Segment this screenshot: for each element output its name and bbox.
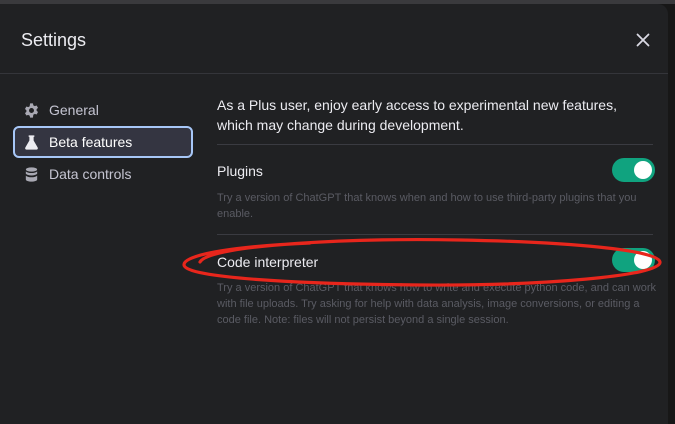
divider	[217, 234, 653, 235]
close-icon	[636, 33, 650, 47]
gear-icon	[22, 101, 40, 119]
database-icon	[22, 165, 40, 183]
toggle-knob	[634, 251, 652, 269]
divider	[217, 144, 653, 145]
code-interpreter-label: Code interpreter	[217, 254, 319, 270]
sidebar-item-label: Beta features	[49, 134, 133, 150]
code-interpreter-description: Try a version of ChatGPT that knows how …	[217, 282, 657, 326]
sidebar-item-label: General	[49, 102, 99, 118]
sidebar-item-beta-features[interactable]: Beta features	[13, 126, 193, 158]
dialog-header: Settings	[0, 4, 668, 74]
sidebar-item-label: Data controls	[49, 166, 132, 182]
sidebar-item-general[interactable]: General	[13, 94, 193, 126]
intro-text: As a Plus user, enjoy early access to ex…	[217, 97, 617, 133]
code-interpreter-toggle[interactable]	[612, 248, 655, 272]
dialog-title: Settings	[21, 30, 87, 50]
sidebar-item-data-controls[interactable]: Data controls	[13, 158, 193, 190]
plugins-toggle[interactable]	[612, 158, 655, 182]
close-button[interactable]	[631, 28, 655, 52]
settings-dialog: Settings General Beta features Data cont…	[0, 4, 668, 424]
plugins-label: Plugins	[217, 163, 263, 179]
toggle-knob	[634, 161, 652, 179]
plugins-description: Try a version of ChatGPT that knows when…	[217, 192, 637, 220]
flask-icon	[22, 133, 40, 151]
